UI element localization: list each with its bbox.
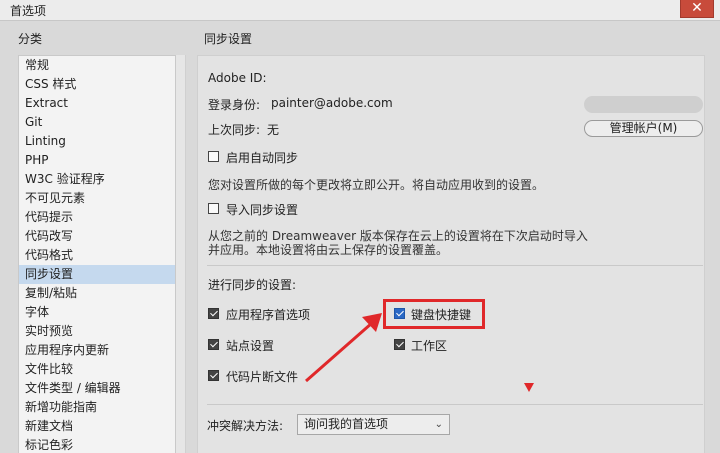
last-sync-value: 无 [267, 123, 280, 137]
conflict-resolution-select[interactable]: 询问我的首选项 ⌄ [297, 414, 450, 435]
import-sync-checkbox[interactable] [208, 203, 219, 214]
category-item[interactable]: 字体 [19, 303, 175, 322]
category-item[interactable]: 代码格式 [19, 246, 175, 265]
login-label: 登录身份: [208, 98, 261, 112]
title-bar: 首选项 ✕ [0, 0, 720, 21]
auto-sync-description: 您对设置所做的每个更改将立即公开。将自动应用收到的设置。 [208, 178, 545, 192]
category-item[interactable]: 标记色彩 [19, 436, 175, 453]
category-header: 分类 [18, 32, 43, 46]
close-button[interactable]: ✕ [680, 0, 714, 18]
app-prefs-checkbox[interactable] [208, 308, 219, 319]
category-item[interactable]: 文件类型 / 编辑器 [19, 379, 175, 398]
import-sync-label: 导入同步设置 [226, 203, 299, 217]
category-item[interactable]: 同步设置 [19, 265, 175, 284]
adobe-id-label: Adobe ID: [208, 71, 267, 85]
login-value: painter@adobe.com [271, 96, 393, 110]
app-prefs-label: 应用程序首选项 [226, 308, 311, 322]
category-item[interactable]: W3C 验证程序 [19, 170, 175, 189]
code-snippets-label: 代码片断文件 [226, 370, 299, 384]
category-item[interactable]: Linting [19, 132, 175, 151]
category-item[interactable]: 复制/粘贴 [19, 284, 175, 303]
sync-settings-label: 进行同步的设置: [208, 278, 297, 292]
chevron-down-icon: ⌄ [434, 419, 443, 430]
divider-2 [207, 404, 703, 405]
category-list: 常规 CSS 样式 Extract Git Linting PHP W3C 验证程序 不可见元… [18, 55, 176, 453]
category-item[interactable]: 新增功能指南 [19, 398, 175, 417]
category-item[interactable]: 应用程序内更新 [19, 341, 175, 360]
workspace-checkbox[interactable] [394, 339, 405, 350]
annotation-highlight-box [383, 299, 485, 329]
category-item[interactable]: 常规 [19, 56, 175, 75]
category-item[interactable]: CSS 样式 [19, 75, 175, 94]
import-description-line2: 并应用。本地设置将由云上保存的设置覆盖。 [208, 243, 449, 257]
category-item[interactable]: 实时预览 [19, 322, 175, 341]
divider-1 [207, 265, 703, 266]
conflict-label: 冲突解决方法: [207, 419, 284, 433]
code-snippets-checkbox[interactable] [208, 370, 219, 381]
auto-sync-label: 启用自动同步 [226, 151, 299, 165]
category-item[interactable]: 代码提示 [19, 208, 175, 227]
workspace-label: 工作区 [411, 339, 448, 353]
redacted-field [584, 96, 703, 113]
section-title: 同步设置 [204, 32, 253, 46]
category-item[interactable]: 新建文档 [19, 417, 175, 436]
window-title: 首选项 [10, 4, 47, 18]
category-item[interactable]: 文件比较 [19, 360, 175, 379]
category-item[interactable]: Extract [19, 94, 175, 113]
site-settings-label: 站点设置 [226, 339, 275, 353]
category-item[interactable]: 不可见元素 [19, 189, 175, 208]
manage-account-button[interactable]: 管理帐户(M) [584, 120, 703, 137]
conflict-resolution-value: 询问我的首选项 [304, 417, 389, 431]
category-item[interactable]: PHP [19, 151, 175, 170]
auto-sync-checkbox[interactable] [208, 151, 219, 162]
site-settings-checkbox[interactable] [208, 339, 219, 350]
category-scrollbar[interactable] [176, 55, 186, 453]
category-item[interactable]: 代码改写 [19, 227, 175, 246]
last-sync-label: 上次同步: [208, 123, 261, 137]
category-item[interactable]: Git [19, 113, 175, 132]
